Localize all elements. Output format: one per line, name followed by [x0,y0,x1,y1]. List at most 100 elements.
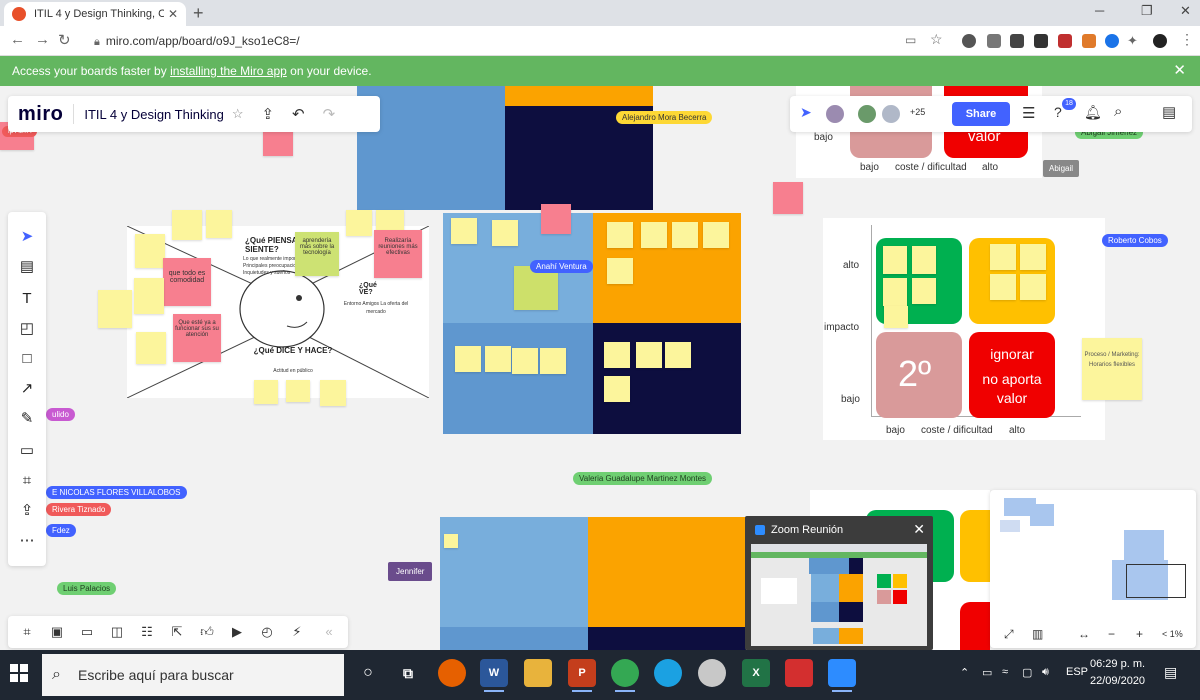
sticky-note[interactable]: que todo es comodidad [163,258,211,306]
upload-tool-icon[interactable]: ⇪ [16,500,38,522]
url-field[interactable]: 🔒︎ miro.com/app/board/o9J_kso1eC8=/ [84,30,854,52]
comment-tool-icon[interactable]: ▭ [16,440,38,462]
sticky-note[interactable] [444,534,458,548]
favorite-star-icon[interactable]: ☆ [232,106,244,122]
zoom-shared-screen[interactable] [751,544,927,646]
share-button[interactable]: Share [952,102,1010,126]
settings-sliders-icon[interactable]: ☰ [1022,104,1035,122]
chat-icon[interactable]: ◫ [108,623,126,641]
extension-icon[interactable] [1034,34,1048,48]
taskbar-clock[interactable]: 06:29 p. m. 22/09/2020 [1090,656,1145,690]
share-screen-icon[interactable]: ⇱ [168,623,186,641]
sticky-note[interactable] [540,348,566,374]
zoom-level[interactable]: < 1% [1162,629,1183,639]
reload-icon[interactable]: ↻ [58,31,71,49]
presentation-icon[interactable]: ▣ [48,623,66,641]
board-title[interactable]: ITIL 4 y Design Thinking [84,107,223,122]
file-explorer-icon[interactable] [524,659,552,687]
action-center-icon[interactable]: ▤ [1164,664,1177,681]
collaborators-more[interactable]: +25 [910,107,925,117]
battery-icon[interactable]: ▭ [982,666,992,679]
close-window-icon[interactable]: ✕ [1180,3,1191,19]
sticky-note[interactable] [884,306,908,328]
extension-icon[interactable] [962,34,976,48]
pen-tool-icon[interactable]: ✎ [16,408,38,430]
sticky-note[interactable]: Que esté ya a funcionar sus su atención [173,314,221,362]
language-indicator[interactable]: ESP [1066,666,1088,678]
extension-icon[interactable] [1010,34,1024,48]
priority-matrix-frame[interactable]: 2º ignorar no aporta valor alto impacto … [823,218,1105,440]
sticky-note[interactable] [346,210,372,236]
sticky-note[interactable] [512,348,538,374]
extension-icon[interactable] [1105,34,1119,48]
redo-icon[interactable]: ↷ [323,105,336,123]
board-canvas[interactable]: ip ALTA ¿Qué PIENSA Y SIENTE? Lo que rea… [0,86,1200,650]
sticky-note[interactable] [773,182,803,214]
quadrant-orange[interactable] [588,517,746,627]
quadrant-blue[interactable] [443,323,593,434]
shape-tool-icon[interactable]: □ [16,348,38,370]
sticky-note[interactable] [254,380,278,404]
sticky-note[interactable] [172,210,202,240]
back-icon[interactable]: ← [10,31,25,48]
powerpoint-icon[interactable]: P [568,659,596,692]
browser-menu-icon[interactable]: ⋮ [1180,31,1194,48]
sticky-note[interactable] [135,234,165,268]
sticky-note[interactable] [451,218,477,244]
cards-icon[interactable]: ☷ [138,623,156,641]
sticky-note-tool-icon[interactable]: ◰ [16,318,38,340]
edge-icon[interactable] [654,659,682,687]
word-icon[interactable]: W [480,659,508,692]
select-tool-icon[interactable]: ➤ [16,226,38,248]
sticky-note[interactable] [883,278,907,306]
sticky-note[interactable] [286,380,310,402]
sticky-note[interactable] [541,204,571,234]
avatar[interactable] [856,103,878,125]
sticky-note[interactable] [1020,244,1046,270]
sticky-note[interactable]: Proceso / Marketing: Horarios flexibles [1082,338,1142,400]
cast-icon[interactable]: ▭ [905,33,916,47]
sticky-note[interactable] [263,128,293,156]
cortana-icon[interactable]: ○ [354,659,382,687]
quadrant-blue[interactable] [440,627,588,650]
sticky-note[interactable] [912,278,936,304]
notifications-bell-icon[interactable]: 🔔︎ [1084,104,1102,121]
sticky-note[interactable] [1020,274,1046,300]
board-menu-icon[interactable]: ▤ [1162,103,1176,121]
sticky-note[interactable] [320,380,346,406]
new-tab-button[interactable]: + [193,3,204,24]
frame-block[interactable] [505,86,653,106]
video-chat-icon[interactable]: ▶ [228,623,246,641]
extension-icon[interactable] [987,34,1001,48]
avatar[interactable] [880,103,902,125]
sticky-note[interactable] [883,246,907,274]
profile-icon[interactable] [1153,34,1167,48]
task-view-icon[interactable]: ⧉ [394,659,422,687]
collapse-toolbar-icon[interactable]: « [320,623,338,641]
sticky-note[interactable] [98,290,132,328]
search-icon[interactable]: ⌕ [1114,103,1122,120]
sticky-note[interactable]: Realizaría reuniones más efectivas [374,230,422,278]
sticky-note[interactable] [665,342,691,368]
zoom-close-icon[interactable]: ✕ [913,521,925,538]
text-tool-icon[interactable]: T [16,288,38,310]
quadrant-navy[interactable] [588,627,746,650]
sticky-note[interactable] [206,210,232,238]
sticky-note[interactable] [636,342,662,368]
close-banner-icon[interactable]: ✕ [1173,56,1186,86]
timer-icon[interactable]: ◴ [258,623,276,641]
more-tools-icon[interactable]: ⋯ [16,530,38,552]
bookmark-star-icon[interactable]: ☆ [930,31,943,48]
minimize-window-icon[interactable]: ─ [1095,3,1104,18]
connector-tool-icon[interactable]: ↗ [16,378,38,400]
minimap-viewport[interactable] [1126,564,1186,598]
sticky-note[interactable] [485,346,511,372]
zoom-in-icon[interactable]: + [1136,627,1143,641]
install-app-link[interactable]: installing the Miro app [170,64,287,78]
volume-icon[interactable]: 🔊︎ [1042,666,1049,679]
fit-width-icon[interactable]: ↔ [1078,627,1090,641]
sticky-note[interactable] [136,332,166,364]
undo-icon[interactable]: ↶ [292,105,305,123]
wifi-icon[interactable]: ≈ [1002,666,1008,678]
avatar[interactable] [824,103,846,125]
